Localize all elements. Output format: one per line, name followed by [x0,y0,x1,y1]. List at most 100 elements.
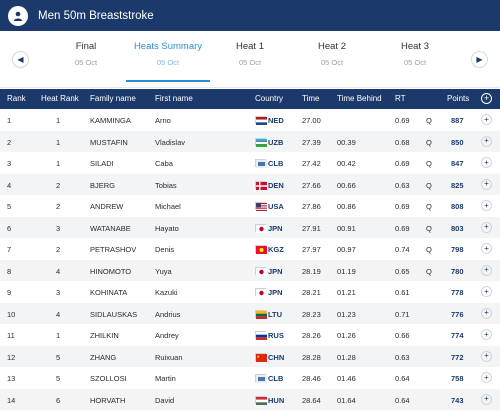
country-code-cell: CLB [268,159,284,168]
expand-row-icon[interactable]: + [481,264,492,276]
time-cell: 28.19 [302,266,321,276]
expand-row-icon[interactable]: + [481,221,492,233]
tab-heat-1[interactable]: Heat 1 05 Oct [208,41,292,67]
column-rt[interactable]: RT [395,94,406,103]
time-behind-cell: 01.21 [337,288,356,297]
table-row[interactable]: 1 1 KAMMINGA Arno NED 27.00 0.69 Q 887 + [0,109,500,131]
rank-cell: 8 [7,266,12,276]
chevron-right-icon[interactable]: ▶ [471,51,488,68]
time-behind-cell: 00.42 [337,159,356,168]
points-cell: 887 [451,116,464,125]
time-cell: 28.64 [302,395,321,405]
family-name-cell: HINOMOTO [90,266,132,276]
points-cell: 850 [451,137,464,147]
table-row[interactable]: 9 3 KOHINATA Kazuki JPN 28.21 01.21 0.61 778 + [0,281,500,303]
points-cell: 758 [451,374,464,383]
expand-row-icon[interactable]: + [481,393,492,405]
time-cell: 27.66 [302,180,321,190]
expand-row-icon[interactable]: + [481,307,492,319]
heat-rank-cell: 4 [56,266,61,276]
rank-cell: 4 [7,180,12,190]
tab-date: 05 Oct [320,58,344,67]
expand-row-icon[interactable]: + [481,114,492,125]
time-cell: 28.46 [302,374,321,383]
chn-flag-icon [255,352,267,362]
reaction-time-cell: 0.64 [395,395,410,405]
reaction-time-cell: 0.69 [395,223,410,233]
column-heat-rank[interactable]: Heat Rank [41,94,79,103]
first-name-cell: Andrius [155,309,181,319]
expand-row-icon[interactable]: + [481,178,492,190]
den-flag-icon [255,180,267,190]
reaction-time-cell: 0.74 [395,245,410,254]
column-rank[interactable]: Rank [7,94,26,103]
time-behind-cell: 01.23 [337,309,356,319]
expand-row-icon[interactable]: + [481,200,492,211]
user-icon[interactable] [8,5,28,26]
first-name-cell: Kazuki [155,288,178,297]
table-row[interactable]: 3 1 SILADI Caba CLB 27.42 00.42 0.69 Q 847 + [0,152,500,174]
uzb-flag-icon [255,137,267,147]
country-code-cell: RUS [268,331,284,340]
table-row[interactable]: 14 6 HORVATH David HUN 28.64 01.64 0.64 743 + [0,388,500,410]
time-behind-cell: 01.64 [337,395,356,405]
family-name-cell: SILADI [90,159,114,168]
family-name-cell: KAMMINGA [90,116,131,125]
country-code-cell: LTU [268,309,283,319]
clb-flag-icon [255,374,267,383]
table-row[interactable]: 13 5 SZOLLOSI Martin CLB 28.46 01.46 0.64 758 + [0,367,500,389]
heat-rank-cell: 1 [56,331,61,340]
reaction-time-cell: 0.68 [395,137,410,147]
country-code-cell: CHN [268,352,285,362]
tab-heats-summary[interactable]: Heats Summary 05 Oct [126,41,210,82]
expand-row-icon[interactable]: + [481,372,492,383]
heat-rank-cell: 3 [56,223,61,233]
table-row[interactable]: 7 2 PETRASHOV Denis KGZ 27.97 00.97 0.74 Q 798 + [0,238,500,260]
expand-row-icon[interactable]: + [481,157,492,168]
tab-label: Heat 1 [236,41,264,52]
table-row[interactable]: 6 3 WATANABE Hayato JPN 27.91 00.91 0.69 Q 803 + [0,216,500,238]
expand-row-icon[interactable]: + [481,135,492,147]
table-row[interactable]: 10 4 SIDLAUSKAS Andrius LTU 28.23 01.23 0.71 776… [0,302,500,324]
chevron-left-icon[interactable]: ◀ [12,51,29,68]
table-row[interactable]: 12 5 ZHANG Ruixuan CHN 28.28 01.28 0.63 772 + [0,345,500,367]
table-row[interactable]: 2 1 MUSTAFIN Vladislav UZB 27.39 00.39 0.68 Q 850… [0,130,500,152]
expand-row-icon[interactable]: + [481,243,492,254]
reaction-time-cell: 0.65 [395,266,410,276]
tab-final[interactable]: Final 05 Oct [44,41,128,67]
expand-row-icon[interactable]: + [481,329,492,340]
expand-row-icon[interactable]: + [481,286,492,297]
table-row[interactable]: 4 2 BJERG Tobias DEN 27.66 00.66 0.63 Q 825 + [0,173,500,195]
country-code-cell: NED [268,116,284,125]
qualified-cell: Q [426,180,432,190]
tab-heat-3[interactable]: Heat 3 05 Oct [373,41,457,67]
clb-flag-icon [255,159,267,168]
table-row[interactable]: 5 2 ANDREW Michael USA 27.86 00.86 0.69 Q 808 + [0,195,500,217]
column-family-name[interactable]: Family name [90,94,136,103]
column-time-behind[interactable]: Time Behind [337,94,382,103]
column-country[interactable]: Country [255,94,283,103]
first-name-cell: Ruixuan [155,352,183,362]
heat-rank-cell: 1 [56,137,61,147]
tab-label: Heats Summary [133,41,203,52]
points-cell: 780 [451,266,464,276]
rus-flag-icon [255,331,267,340]
add-column-icon[interactable]: + [481,93,492,104]
first-name-cell: Martin [155,374,176,383]
reaction-time-cell: 0.69 [395,202,410,211]
column-first-name[interactable]: First name [155,94,193,103]
ned-flag-icon [255,116,267,125]
tab-date: 05 Oct [74,58,98,67]
points-cell: 776 [451,309,464,319]
table-row[interactable]: 11 1 ZHILKIN Andrey RUS 28.26 01.26 0.66 774 + [0,324,500,346]
points-cell: 798 [451,245,464,254]
time-cell: 28.21 [302,288,321,297]
column-time[interactable]: Time [302,94,319,103]
expand-row-icon[interactable]: + [481,350,492,362]
column-points[interactable]: Points [447,94,469,103]
tab-date: 05 Oct [238,58,262,67]
tab-heat-2[interactable]: Heat 2 05 Oct [290,41,374,67]
first-name-cell: Caba [155,159,173,168]
table-row[interactable]: 8 4 HINOMOTO Yuya JPN 28.19 01.19 0.65 Q 780 + [0,259,500,281]
country-code-cell: CLB [268,374,284,383]
